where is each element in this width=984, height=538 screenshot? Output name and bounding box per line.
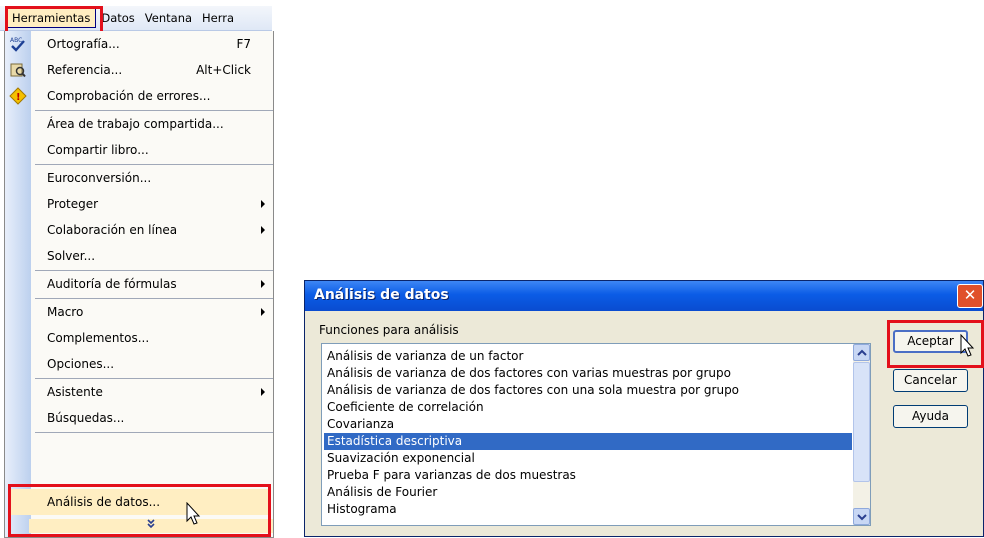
menu-herramientas[interactable]: Herramientas xyxy=(6,8,97,28)
submenu-arrow-icon xyxy=(261,388,265,396)
spellcheck-icon: ABC xyxy=(9,35,27,53)
menu-item-macro[interactable]: Macro xyxy=(5,299,273,325)
menu-item-analisis-datos[interactable]: Análisis de datos... xyxy=(11,489,269,515)
herramientas-dropdown-menu: ABC Ortografía... F7 Referencia... Alt+C… xyxy=(4,31,274,538)
chevron-down-icon xyxy=(857,514,867,521)
submenu-arrow-icon xyxy=(261,226,265,234)
scrollbar-thumb[interactable] xyxy=(853,362,870,482)
submenu-arrow-icon xyxy=(261,280,265,288)
menu-expand-button[interactable] xyxy=(29,519,273,533)
dialog-title: Análisis de datos xyxy=(314,287,449,303)
list-item[interactable]: Suavización exponencial xyxy=(324,450,852,467)
close-icon: ✕ xyxy=(963,286,977,304)
functions-listbox[interactable]: Análisis de varianza de un factor Anális… xyxy=(321,343,871,526)
menu-bar: Herramientas Datos Ventana Herra xyxy=(0,6,272,31)
menu-item-label: Solver... xyxy=(47,249,96,263)
menu-item-opciones[interactable]: Opciones... xyxy=(5,351,273,377)
menu-item-label: Colaboración en línea xyxy=(47,223,178,237)
menu-datos[interactable]: Datos xyxy=(96,8,139,28)
menu-item-proteger[interactable]: Proteger xyxy=(5,191,273,217)
list-item[interactable]: Histograma xyxy=(324,501,852,518)
menu-item-area-trabajo-compartida[interactable]: Área de trabajo compartida... xyxy=(5,111,273,137)
menu-item-label: Complementos... xyxy=(47,331,150,345)
menu-item-colaboracion[interactable]: Colaboración en línea xyxy=(5,217,273,243)
vertical-scrollbar[interactable] xyxy=(853,344,870,525)
error-check-icon: ! xyxy=(9,87,27,105)
menu-item-label: Área de trabajo compartida... xyxy=(47,117,224,131)
submenu-arrow-icon xyxy=(261,308,265,316)
list-item[interactable]: Análisis de varianza de dos factores con… xyxy=(324,365,852,382)
list-item-selected[interactable]: Estadística descriptiva xyxy=(324,433,852,450)
menu-item-auditoria[interactable]: Auditoría de fórmulas xyxy=(5,271,273,297)
dialog-titlebar[interactable]: Análisis de datos ✕ xyxy=(305,281,983,311)
menu-item-label: Asistente xyxy=(47,385,103,399)
menu-item-label: Proteger xyxy=(47,197,99,211)
functions-label: Funciones para análisis xyxy=(319,323,459,337)
scroll-up-button[interactable] xyxy=(853,344,870,361)
analisis-datos-dialog: Análisis de datos ✕ Funciones para análi… xyxy=(304,280,984,537)
menu-herra-truncated[interactable]: Herra xyxy=(197,8,239,28)
submenu-arrow-icon xyxy=(261,200,265,208)
menu-item-asistente[interactable]: Asistente xyxy=(5,379,273,405)
menu-separator xyxy=(35,432,273,433)
aceptar-button[interactable]: Aceptar xyxy=(893,330,968,353)
svg-text:ABC: ABC xyxy=(10,37,22,44)
list-item[interactable]: Análisis de Fourier xyxy=(324,484,852,501)
menu-herra-label: Herra xyxy=(202,11,235,25)
chevron-double-down-icon xyxy=(144,519,158,529)
menu-item-referencia[interactable]: Referencia... Alt+Click xyxy=(5,57,273,83)
menu-item-label: Euroconversión... xyxy=(47,171,152,185)
list-item[interactable]: Covarianza xyxy=(324,416,852,433)
menu-item-label: Búsquedas... xyxy=(47,411,125,425)
menu-item-busquedas[interactable]: Búsquedas... xyxy=(5,405,273,431)
menu-item-label: Ortografía... xyxy=(47,37,120,51)
list-item[interactable]: Coeficiente de correlación xyxy=(324,399,852,416)
list-item[interactable]: Análisis de varianza de un factor xyxy=(324,348,852,365)
menu-ventana-label: Ventana xyxy=(144,11,193,25)
menu-item-label: Comprobación de errores... xyxy=(47,89,211,103)
menu-herramientas-label: Herramientas xyxy=(12,11,91,25)
menu-item-complementos[interactable]: Complementos... xyxy=(5,325,273,351)
menu-item-label: Macro xyxy=(47,305,84,319)
svg-text:!: ! xyxy=(16,92,21,103)
menu-item-label: Referencia... xyxy=(47,63,123,77)
menu-ventana[interactable]: Ventana xyxy=(140,8,197,28)
research-icon xyxy=(9,61,27,79)
menu-item-solver[interactable]: Solver... xyxy=(5,243,273,269)
menu-item-comprobacion-errores[interactable]: ! Comprobación de errores... xyxy=(5,83,273,109)
chevron-up-icon xyxy=(857,349,867,356)
menu-datos-label: Datos xyxy=(101,11,135,25)
list-item[interactable]: Análisis de varianza de dos factores con… xyxy=(324,382,852,399)
scroll-down-button[interactable] xyxy=(853,508,870,525)
menu-item-label: Opciones... xyxy=(47,357,115,371)
menu-item-label: Auditoría de fórmulas xyxy=(47,277,177,291)
ayuda-button[interactable]: Ayuda xyxy=(893,405,968,428)
menu-item-ortografia[interactable]: ABC Ortografía... F7 xyxy=(5,31,273,57)
close-button[interactable]: ✕ xyxy=(957,284,983,308)
menu-item-label: Análisis de datos... xyxy=(47,495,161,509)
list-item[interactable]: Prueba F para varianzas de dos muestras xyxy=(324,467,852,484)
menu-item-shortcut: Alt+Click xyxy=(196,63,251,77)
menu-item-compartir-libro[interactable]: Compartir libro... xyxy=(5,137,273,163)
menu-item-label: Compartir libro... xyxy=(47,143,149,157)
cancelar-button[interactable]: Cancelar xyxy=(893,369,968,392)
menu-item-euroconversion[interactable]: Euroconversión... xyxy=(5,165,273,191)
menu-item-shortcut: F7 xyxy=(236,37,251,51)
